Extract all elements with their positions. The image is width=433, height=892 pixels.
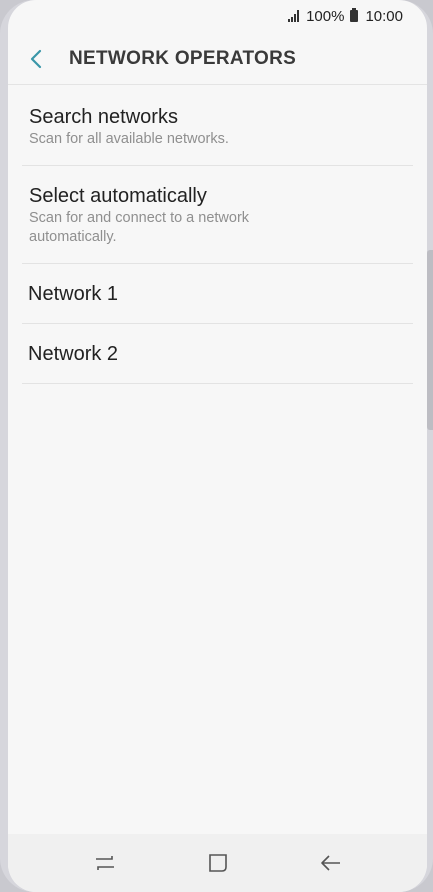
recents-button[interactable]	[75, 838, 135, 888]
list-item-select-automatically[interactable]: Select automatically Scan for and connec…	[22, 166, 413, 264]
chevron-left-icon	[30, 49, 42, 69]
list-item-network-2[interactable]: Network 2	[22, 324, 413, 384]
home-icon	[208, 854, 227, 872]
list-item-title: Search networks	[29, 106, 178, 128]
app-bar: NETWORK OPERATORS	[8, 34, 427, 85]
signal-icon	[288, 10, 300, 22]
back-button[interactable]	[10, 34, 62, 84]
list-item-title: Network 2	[28, 342, 119, 365]
list-item-title: Select automatically	[29, 185, 207, 207]
battery-icon	[350, 8, 359, 22]
recents-icon	[95, 856, 114, 870]
home-button[interactable]	[188, 838, 248, 888]
screen: 100% 10:00 NETWORK OPERATORS Search netw…	[8, 0, 427, 892]
battery-percent: 100%	[306, 7, 345, 25]
list-item-network-1[interactable]: Network 1	[22, 264, 413, 324]
side-button	[427, 250, 433, 430]
list-item-search-networks[interactable]: Search networks Scan for all available n…	[22, 87, 413, 166]
back-nav-button[interactable]	[301, 838, 361, 888]
back-arrow-icon	[320, 855, 340, 871]
list-item-subtitle: Scan for and connect to a network automa…	[29, 210, 250, 245]
network-options-list: Search networks Scan for all available n…	[22, 87, 413, 384]
page-title: NETWORK OPERATORS	[69, 48, 297, 69]
status-bar: 100% 10:00	[8, 0, 427, 32]
navigation-bar	[8, 834, 427, 892]
device-frame: 100% 10:00 NETWORK OPERATORS Search netw…	[0, 0, 433, 892]
clock: 10:00	[365, 7, 403, 25]
list-item-title: Network 1	[28, 282, 119, 305]
list-item-subtitle: Scan for all available networks.	[29, 131, 229, 147]
